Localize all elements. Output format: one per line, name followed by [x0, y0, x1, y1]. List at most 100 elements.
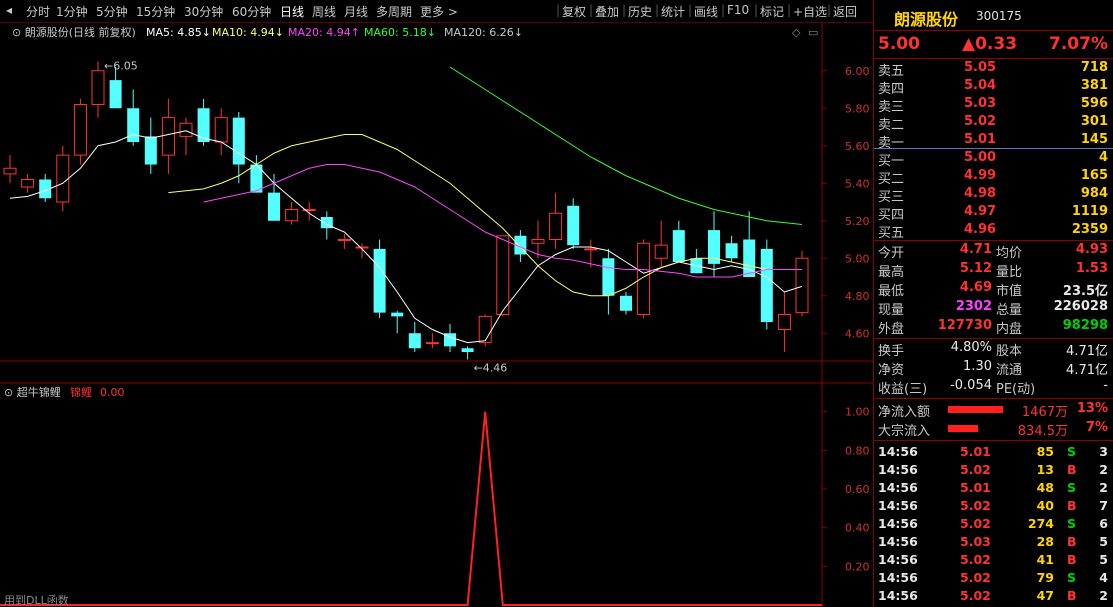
order-book-volume: 596 — [1080, 96, 1108, 111]
candle — [672, 220, 685, 262]
finance-label: 流通 — [996, 363, 1023, 378]
period-tab[interactable]: 15分钟 — [136, 3, 175, 20]
toolbar-action-button[interactable]: 复权 — [562, 3, 586, 20]
candle — [109, 67, 122, 109]
finance-label: 股本 — [996, 344, 1023, 359]
finance-value: -0.054 — [950, 378, 992, 393]
order-book-price: 4.97 — [964, 204, 997, 219]
flow-label: 净流入额 — [878, 405, 931, 420]
stat-label: 内盘 — [996, 322, 1023, 337]
candle — [285, 202, 299, 225]
toolbar-action-button[interactable]: 返回 — [833, 3, 857, 20]
period-tab[interactable]: 月线 — [344, 3, 368, 20]
price-axis-tick: 6.00 — [845, 65, 870, 78]
candle — [567, 198, 580, 249]
order-book-volume: 984 — [1080, 186, 1108, 201]
toolbar-action-button[interactable]: F10 — [727, 3, 749, 17]
finance-value: - — [1103, 378, 1108, 393]
period-tab[interactable]: 多周期 — [376, 3, 412, 20]
candle — [214, 108, 228, 156]
toolbar-action-button[interactable]: 画线 — [694, 3, 718, 20]
candle — [725, 235, 738, 262]
stat-label: 市值 — [996, 284, 1023, 299]
tick-row: 14:56 5.02 41 B 5 — [874, 552, 1113, 570]
ma-legend-item: MA5: 4.85↓ — [146, 26, 211, 39]
stat-label: 最低 — [878, 284, 905, 299]
finance-row: 换手 4.80% 股本 4.71亿 — [874, 340, 1113, 359]
stat-value: 4.71 — [959, 242, 992, 257]
candle — [21, 173, 35, 193]
candle — [3, 155, 17, 184]
candle — [373, 239, 386, 319]
toolbar-action-button[interactable]: 叠加 — [595, 3, 619, 20]
order-book-volume: 165 — [1080, 168, 1108, 183]
indicator-axis-tick: 0.20 — [845, 560, 870, 573]
period-tab[interactable]: 1分钟 — [56, 3, 88, 20]
finance-value: 1.30 — [963, 359, 992, 374]
tick-side: B — [1067, 462, 1077, 477]
stat-value: 98298 — [1062, 318, 1108, 333]
stat-value: 226028 — [1053, 299, 1108, 314]
tick-count: 7 — [1099, 498, 1108, 513]
finance-label: 换手 — [878, 344, 905, 359]
price-annotation: ←6.05 — [104, 59, 138, 72]
candle — [549, 192, 563, 249]
toolbar-action-button[interactable]: 历史 — [628, 3, 652, 20]
tick-side: S — [1067, 516, 1077, 531]
period-tab[interactable]: 更多 > — [420, 3, 458, 20]
tick-side: S — [1067, 444, 1077, 459]
order-book-row: 买三 4.98 984 — [874, 186, 1113, 205]
tick-count: 2 — [1099, 480, 1108, 495]
back-arrow-icon[interactable]: ◂ — [6, 3, 12, 17]
period-tab[interactable]: 30分钟 — [184, 3, 223, 20]
flow-value: 834.5万 — [1017, 424, 1068, 439]
period-tab[interactable]: 日线 — [280, 3, 304, 20]
candle — [408, 322, 421, 352]
tick-count: 5 — [1099, 534, 1108, 549]
finance-row: 净资 1.30 流通 4.71亿 — [874, 359, 1113, 378]
tick-volume: 40 — [1036, 498, 1054, 513]
stock-title: 朗源股份 300175 — [874, 6, 1113, 29]
order-book-row: 卖三 5.03 596 — [874, 96, 1113, 115]
candle — [144, 117, 157, 174]
candle — [161, 98, 175, 174]
period-tab[interactable]: 60分钟 — [232, 3, 271, 20]
tick-time: 14:56 — [878, 588, 918, 603]
tick-row: 14:56 5.02 40 B 7 — [874, 498, 1113, 516]
toolbar-action-button[interactable]: 标记 — [760, 3, 784, 20]
tick-row: 14:56 5.01 85 S 3 — [874, 444, 1113, 462]
order-book-price: 5.02 — [964, 114, 997, 129]
stat-value: 4.93 — [1075, 242, 1108, 257]
tick-volume: 48 — [1036, 480, 1054, 495]
order-book-volume: 4 — [1098, 150, 1108, 165]
candle — [637, 239, 651, 319]
flow-row: 大宗流入 834.5万 7% — [874, 420, 1113, 439]
order-book-row: 买一 5.00 4 — [874, 150, 1113, 169]
period-tab[interactable]: 分时 — [26, 3, 50, 20]
top-toolbar: ◂ 分时 1分钟 5分钟 15分钟 30分钟 60分钟 日线 周线 月线 多周期 更多 > 复权 | 叠… — [0, 0, 873, 23]
order-book-volume: 301 — [1080, 114, 1108, 129]
flow-row: 净流入额 1467万 13% — [874, 401, 1113, 420]
minimize-icon[interactable]: ▭ — [808, 26, 818, 39]
diamond-icon[interactable]: ◇ — [792, 26, 801, 39]
order-book-volume: 2359 — [1071, 222, 1108, 237]
ma-legend-item: MA60: 5.18↓ — [364, 26, 436, 39]
dll-footer: 用到DLL函数 — [4, 594, 69, 607]
order-book-price: 5.05 — [964, 60, 997, 75]
flow-bar — [948, 406, 1003, 413]
tick-side: B — [1067, 552, 1077, 567]
order-book-row: 卖二 5.02 301 — [874, 114, 1113, 133]
price-axis-tick: 5.00 — [845, 252, 870, 265]
stat-value: 1.53 — [1075, 261, 1108, 276]
quote-panel: 朗源股份 300175 5.00 ▲0.33 7.07% 卖五 5.05 718 卖四… — [873, 0, 1113, 607]
tick-volume: 41 — [1036, 552, 1054, 567]
toolbar-action-button[interactable]: +自选 — [793, 3, 827, 20]
price-change: ▲0.33 — [962, 34, 1018, 54]
indicator-axis-tick: 0.40 — [845, 522, 870, 535]
price-axis-tick: 4.60 — [845, 327, 870, 340]
period-tab[interactable]: 5分钟 — [96, 3, 128, 20]
toolbar-action-button[interactable]: 统计 — [661, 3, 685, 20]
candle — [461, 346, 474, 360]
period-tab[interactable]: 周线 — [312, 3, 336, 20]
tick-count: 4 — [1099, 570, 1108, 585]
